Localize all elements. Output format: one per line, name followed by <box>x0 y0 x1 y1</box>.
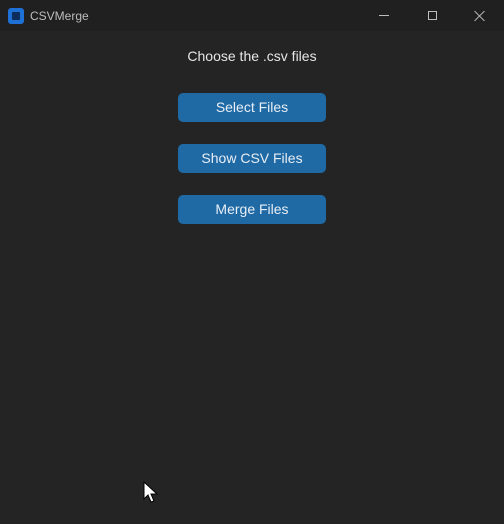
mouse-pointer-icon <box>143 481 159 503</box>
merge-files-button[interactable]: Merge Files <box>178 195 326 224</box>
app-window: CSVMerge Choose the .csv files Select Fi… <box>0 0 504 524</box>
maximize-button[interactable] <box>409 0 455 31</box>
app-icon <box>8 8 24 24</box>
select-files-button[interactable]: Select Files <box>178 93 326 122</box>
minimize-icon <box>379 15 389 16</box>
instruction-label: Choose the .csv files <box>187 48 317 64</box>
close-button[interactable] <box>457 0 503 31</box>
minimize-button[interactable] <box>361 0 407 31</box>
window-title: CSVMerge <box>30 9 89 23</box>
show-csv-files-button[interactable]: Show CSV Files <box>178 144 326 173</box>
close-icon <box>474 10 486 22</box>
maximize-icon <box>427 11 437 20</box>
title-bar[interactable]: CSVMerge <box>0 0 504 31</box>
